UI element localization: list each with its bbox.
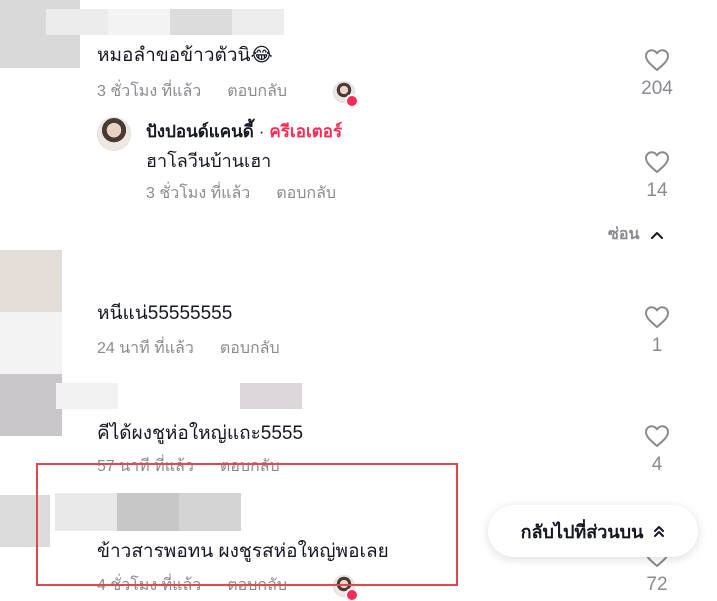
heart-outline-icon[interactable] xyxy=(644,48,670,72)
heart-outline-icon[interactable] xyxy=(644,150,670,174)
blurred-username xyxy=(232,9,284,35)
heart-outline-icon[interactable] xyxy=(644,424,670,448)
reply-button[interactable]: ตอบกลับ xyxy=(220,339,280,359)
like-count: 4 xyxy=(651,454,663,475)
creator-liked-heart-icon xyxy=(345,588,359,601)
comment-time: 4 ชั่วโมง ที่แล้ว xyxy=(97,577,202,594)
blurred-username xyxy=(179,493,241,531)
reply-button[interactable]: ตอบกลับ xyxy=(220,457,280,477)
blurred-username xyxy=(117,493,179,531)
comment-meta: 57 นาที ที่แล้ว ตอบกลับ xyxy=(97,457,280,477)
hide-replies-button[interactable]: ซ่อน xyxy=(608,222,664,247)
blurred-avatar xyxy=(0,374,62,436)
hide-replies-label: ซ่อน xyxy=(608,226,640,243)
blurred-username xyxy=(55,493,117,531)
separator: · xyxy=(258,122,265,141)
creator-liked-heart-icon xyxy=(345,94,359,108)
comment-meta: 3 ชั่วโมง ที่แล้ว ตอบกลับ xyxy=(97,82,287,102)
reply-author: ปังปอนด์แคนดี้ · ครีเอเตอร์ xyxy=(146,121,342,143)
blurred-username xyxy=(240,383,302,409)
reply-time: 3 ชั่วโมง ที่แล้ว xyxy=(146,185,251,202)
comment-time: 57 นาที ที่แล้ว xyxy=(97,458,194,475)
blurred-username xyxy=(170,9,232,35)
like-count: 1 xyxy=(651,335,663,356)
reply-button[interactable]: ตอบกลับ xyxy=(227,82,287,102)
chevron-up-icon xyxy=(651,231,664,239)
reply-text: ฮาโลวีนบ้านเฮา xyxy=(146,151,272,171)
like-count: 204 xyxy=(641,78,673,99)
like-column: 1 xyxy=(627,305,687,357)
reply-meta: 3 ชั่วโมง ที่แล้ว ตอบกลับ xyxy=(146,184,336,204)
like-column: 14 xyxy=(627,150,687,202)
blurred-username xyxy=(56,383,118,409)
reply-button[interactable]: ตอบกลับ xyxy=(276,184,336,204)
comments-panel: หมอลำขอข้าวตัวนิ😂 3 ชั่วโมง ที่แล้ว ตอบก… xyxy=(0,0,717,601)
comment-meta: 24 นาที ที่แล้ว ตอบกลับ xyxy=(97,339,280,359)
like-column: 204 xyxy=(627,48,687,100)
comment-meta: 4 ชั่วโมง ที่แล้ว ตอบกลับ xyxy=(97,576,287,596)
comment-text: หนีแน่55555555 xyxy=(97,303,233,324)
back-to-top-label: กลับไปที่ส่วนบน xyxy=(520,521,644,542)
double-chevron-up-icon xyxy=(653,524,665,538)
like-count: 72 xyxy=(646,574,668,595)
comment-time: 24 นาที ที่แล้ว xyxy=(97,340,194,357)
blurred-avatar xyxy=(0,312,62,374)
heart-outline-icon[interactable] xyxy=(644,305,670,329)
like-column: 4 xyxy=(627,424,687,476)
reply-author-name[interactable]: ปังปอนด์แคนดี้ xyxy=(146,121,254,143)
blurred-avatar xyxy=(0,495,50,547)
like-count: 14 xyxy=(646,180,668,201)
blurred-username xyxy=(108,9,170,35)
creator-avatar[interactable] xyxy=(97,117,131,151)
blurred-avatar xyxy=(0,250,62,312)
comment-text: ข้าวสารพอทน ผงชูรสห่อใหญ่พอเลย xyxy=(97,541,389,562)
comment-text: หมอลำขอข้าวตัวนิ😂 xyxy=(97,45,273,66)
reply-button[interactable]: ตอบกลับ xyxy=(227,576,287,596)
back-to-top-button[interactable]: กลับไปที่ส่วนบน xyxy=(488,505,698,557)
comment-time: 3 ชั่วโมง ที่แล้ว xyxy=(97,83,202,100)
blurred-username xyxy=(46,9,108,35)
creator-badge: ครีเอเตอร์ xyxy=(269,122,343,141)
comment-text: คีได้ผงชูห่อใหญ่แถะ5555 xyxy=(97,423,304,444)
